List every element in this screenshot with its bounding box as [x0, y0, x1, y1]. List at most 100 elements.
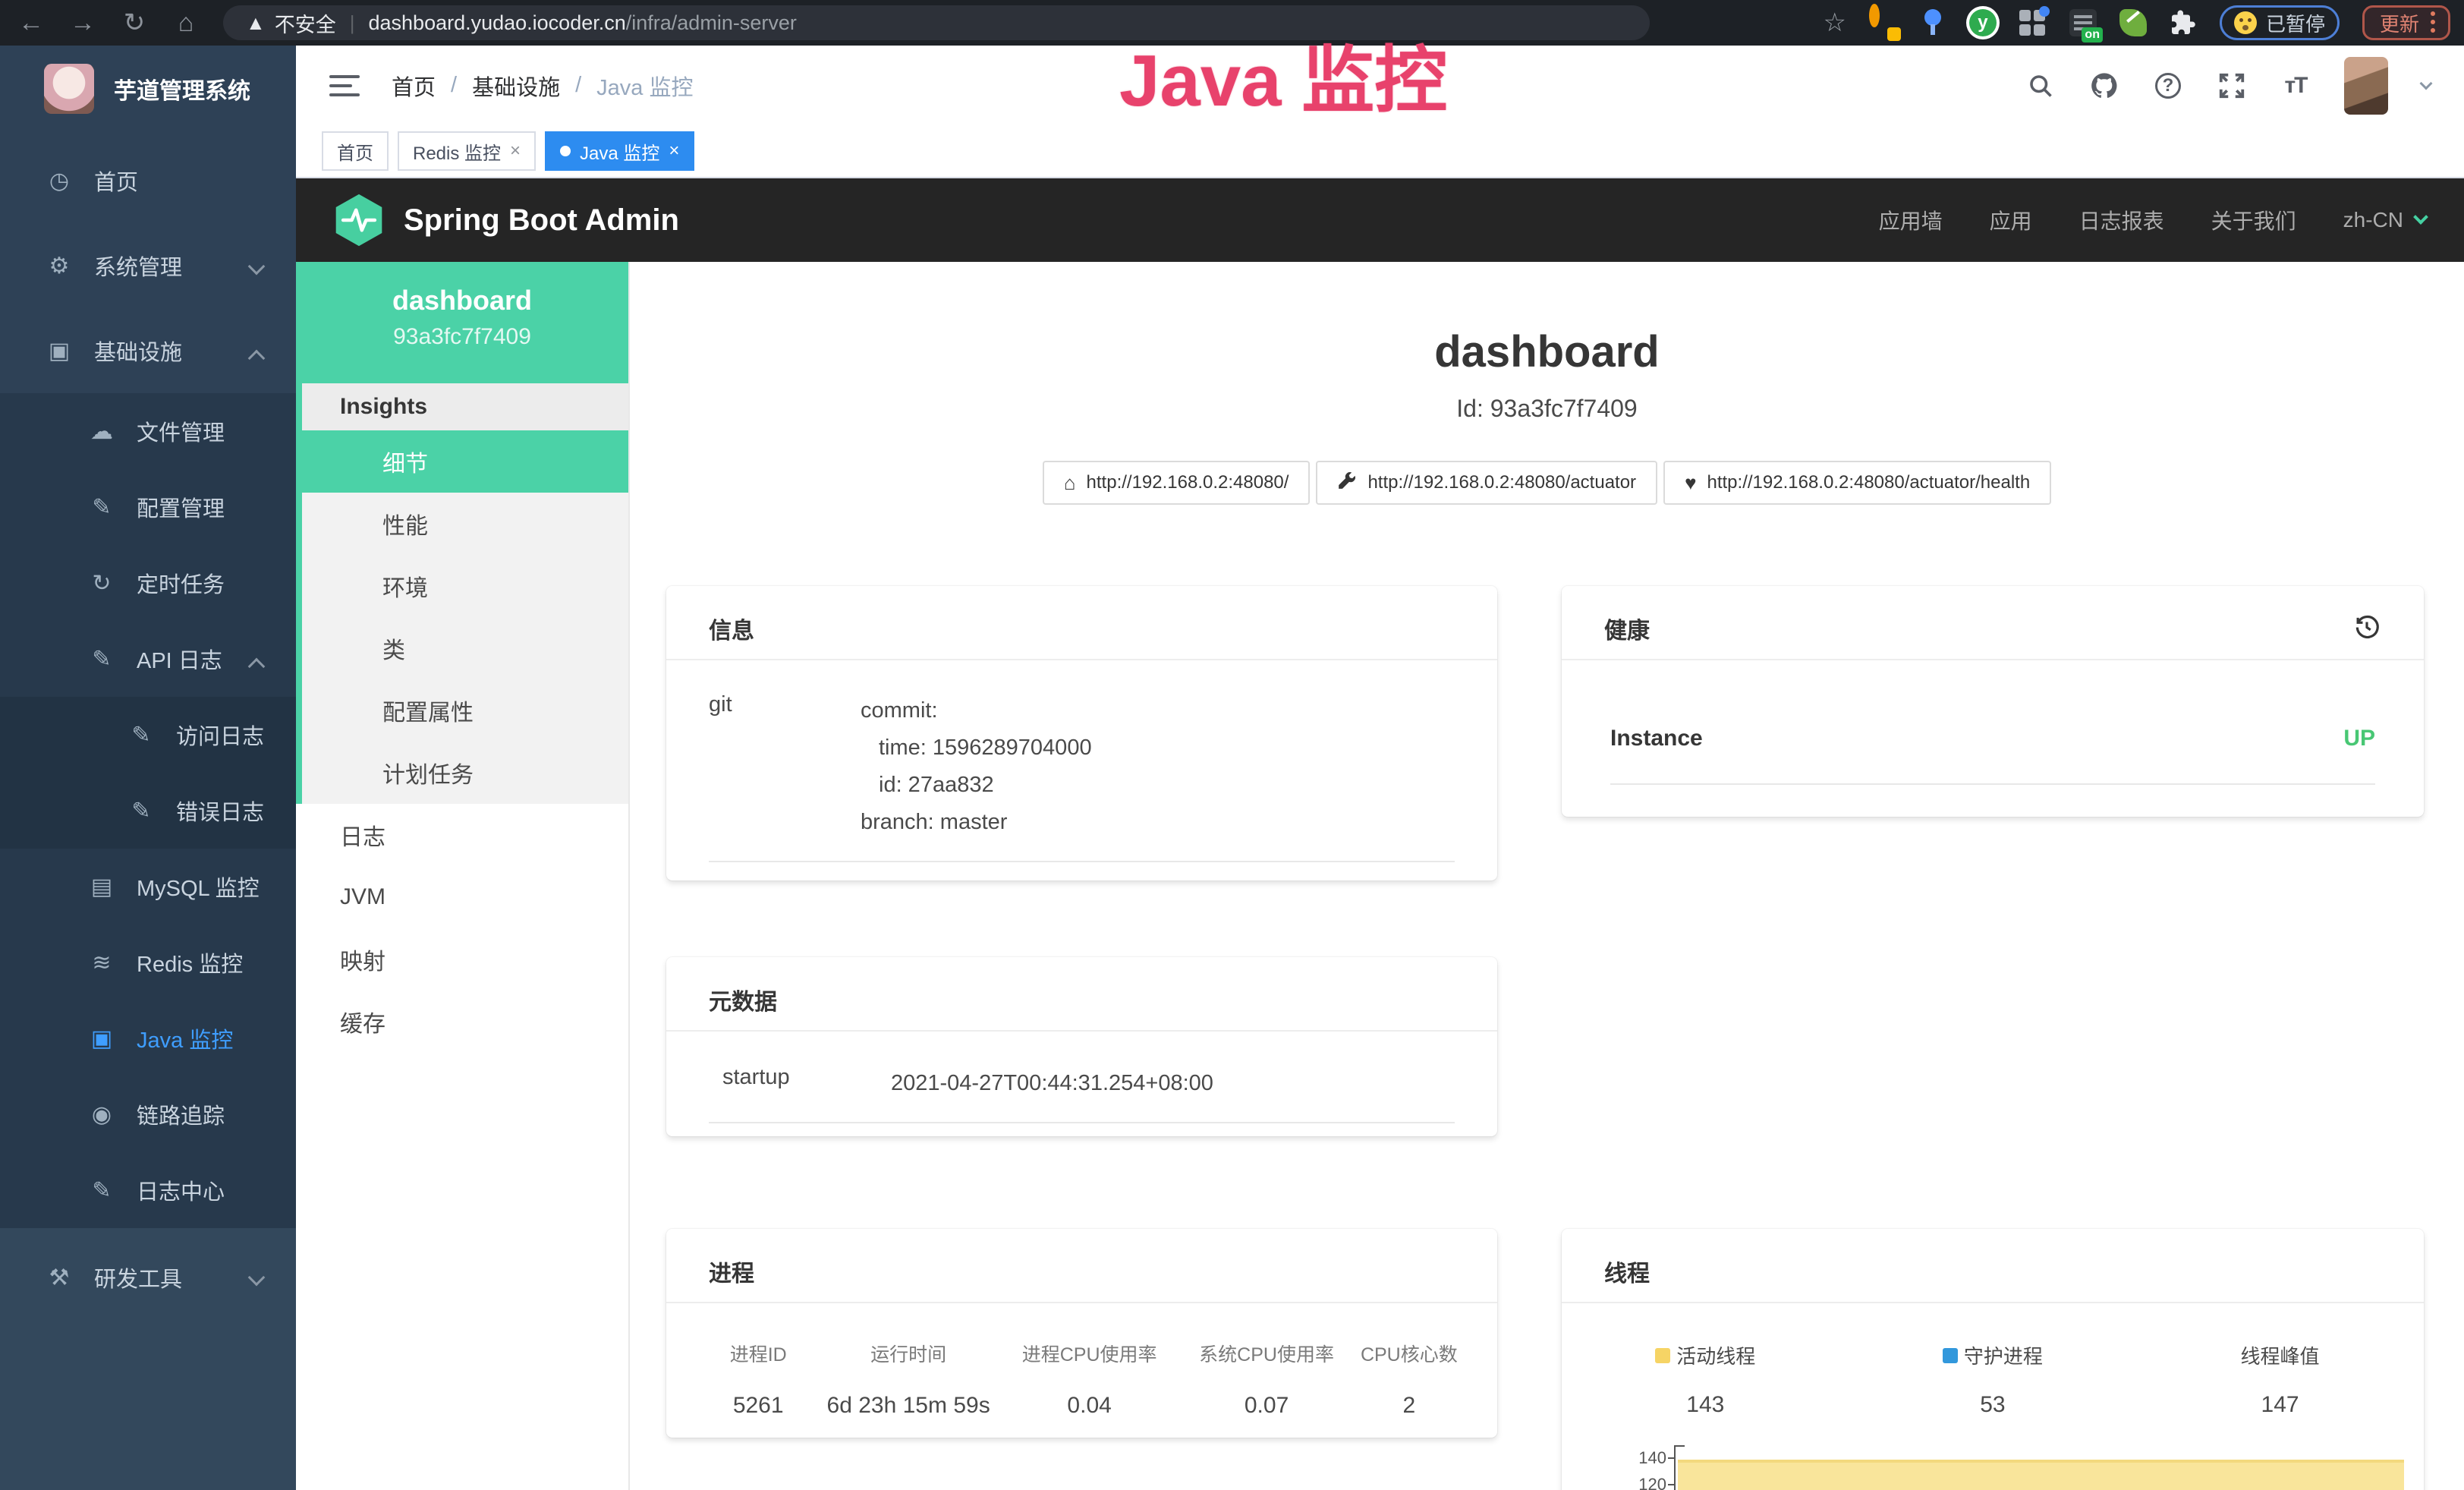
sidebar-item-config-manage[interactable]: ✎ 配置管理 [0, 469, 296, 545]
actuator-url-button[interactable]: http://192.168.0.2:48080/actuator [1316, 461, 1657, 505]
on-badge: on [2082, 27, 2103, 43]
sidebar-item-infra[interactable]: ▣ 基础设施 [0, 308, 296, 393]
extensions-puzzle-icon[interactable] [2170, 9, 2197, 36]
collapse-sidebar-icon[interactable] [329, 74, 360, 98]
chevron-down-icon [248, 258, 266, 276]
sba-menu-jvm[interactable]: JVM [296, 866, 628, 928]
system-cpu-value: 0.07 [1182, 1393, 1351, 1419]
extension-green-y-icon[interactable]: y [1969, 9, 1997, 36]
sidebar-item-system[interactable]: ⚙ 系统管理 [0, 223, 296, 308]
sba-menu-scheduled[interactable]: 计划任务 [302, 742, 628, 804]
extension-pin-icon[interactable] [1919, 9, 1946, 36]
sba-nav-about[interactable]: 关于我们 [2211, 205, 2296, 235]
browser-nav: ← → ↻ ⌂ [14, 0, 203, 46]
close-icon[interactable]: × [669, 140, 679, 162]
sba-menu-config-props[interactable]: 配置属性 [302, 679, 628, 742]
bookmark-star-icon[interactable]: ☆ [1823, 8, 1846, 38]
threads-legend: 活动线程 守护进程 线程峰值 [1562, 1303, 2424, 1369]
sidebar-item-java-monitor[interactable]: ▣ Java 监控 [0, 1000, 296, 1076]
user-menu-caret-icon[interactable] [2420, 77, 2433, 90]
col-header-cpus: CPU核心数 [1352, 1340, 1467, 1367]
sidebar-item-tracing[interactable]: ◉ 链路追踪 [0, 1076, 296, 1152]
tab-redis-monitor[interactable]: Redis 监控 × [398, 131, 536, 171]
fullscreen-icon[interactable] [2217, 71, 2247, 101]
breadcrumb-infra[interactable]: 基础设施 [472, 70, 560, 102]
sba-menu-logs[interactable]: 日志 [296, 804, 628, 866]
sba-menu-classes[interactable]: 类 [302, 617, 628, 679]
y-tick-120: 120 [1606, 1475, 1666, 1490]
forward-icon[interactable]: → [65, 0, 100, 46]
security-label[interactable]: 不安全 [275, 8, 336, 38]
spring-boot-admin-logo[interactable] [334, 193, 384, 247]
sba-menu-metrics[interactable]: 性能 [302, 493, 628, 555]
row-divider [709, 861, 1455, 862]
extension-orange-icon[interactable] [1869, 9, 1896, 36]
home-icon[interactable]: ⌂ [168, 0, 203, 46]
back-icon[interactable]: ← [14, 0, 49, 46]
extension-dark-icon[interactable]: on [2069, 9, 2097, 36]
sba-nav-wallboard[interactable]: 应用墙 [1879, 205, 1943, 235]
app-logo-avatar [44, 64, 94, 114]
instance-header[interactable]: dashboard 93a3fc7f7409 [296, 262, 628, 383]
legend-label: 线程峰值 [2241, 1341, 2320, 1369]
sba-nav-journal[interactable]: 日志报表 [2079, 205, 2164, 235]
col-header-pid: 进程ID [697, 1340, 820, 1367]
sidebar-item-redis-monitor[interactable]: ≋ Redis 监控 [0, 925, 296, 1000]
sba-nav-applications[interactable]: 应用 [1990, 205, 2032, 235]
sidebar-item-label: Java 监控 [137, 1022, 233, 1054]
close-icon[interactable]: × [510, 140, 521, 162]
github-icon[interactable] [2089, 71, 2119, 101]
app-logo-row[interactable]: 芋道管理系统 [0, 46, 296, 129]
not-secure-warning-icon[interactable]: ▲ [246, 11, 266, 35]
help-icon[interactable]: ? [2153, 71, 2183, 101]
user-avatar[interactable] [2344, 57, 2388, 115]
sidebar-item-access-log[interactable]: ✎ 访问日志 [0, 697, 296, 773]
sba-menu-caches[interactable]: 缓存 [296, 991, 628, 1053]
info-card: 信息 git commit: time: 1596289704000 id: 2… [666, 586, 1497, 880]
sba-menu-mappings[interactable]: 映射 [296, 928, 628, 991]
service-url-button[interactable]: ⌂ http://192.168.0.2:48080/ [1043, 461, 1311, 505]
extension-leaf-icon[interactable] [2119, 9, 2147, 36]
sidebar-item-home[interactable]: ◷ 首页 [0, 138, 296, 223]
extension-grid-icon[interactable] [2019, 9, 2047, 36]
breadcrumb-home[interactable]: 首页 [392, 70, 436, 102]
app-title: 芋道管理系统 [114, 72, 250, 106]
emoji-face-icon [2234, 11, 2257, 34]
reload-icon[interactable]: ↻ [117, 0, 152, 46]
sidebar-item-log-center[interactable]: ✎ 日志中心 [0, 1152, 296, 1228]
sidebar-item-scheduled-tasks[interactable]: ↻ 定时任务 [0, 545, 296, 621]
url-path[interactable]: /infra/admin-server [626, 11, 797, 35]
sba-menu-environment[interactable]: 环境 [302, 555, 628, 617]
sba-menu-details[interactable]: 细节 [302, 430, 628, 493]
paused-extension-pill[interactable]: 已暂停 [2220, 5, 2340, 40]
tab-java-monitor[interactable]: Java 监控 × [545, 131, 694, 171]
history-icon[interactable] [2352, 612, 2381, 659]
locale-select[interactable]: zh-CN [2343, 208, 2426, 232]
server-icon: ▤ [87, 874, 117, 900]
sidebar-item-api-logs[interactable]: ✎ API 日志 [0, 621, 296, 697]
health-url-button[interactable]: ♥ http://192.168.0.2:48080/actuator/heal… [1663, 461, 2051, 505]
browser-menu-icon[interactable] [2430, 10, 2436, 36]
sidebar-item-mysql-monitor[interactable]: ▤ MySQL 监控 [0, 849, 296, 925]
instance-links: ⌂ http://192.168.0.2:48080/ http://192.1… [630, 461, 2464, 505]
threads-chart: 140 120 100 [1562, 1439, 2424, 1490]
sidebar-item-error-log[interactable]: ✎ 错误日志 [0, 773, 296, 849]
font-size-icon[interactable]: тT [2280, 71, 2311, 101]
sidebar-item-devtools[interactable]: ⚒ 研发工具 [0, 1228, 296, 1327]
chrome-update-button[interactable]: 更新 [2362, 5, 2450, 40]
tab-home[interactable]: 首页 [322, 131, 389, 171]
java-monitor-icon: ▣ [87, 1025, 117, 1052]
sidebar-item-label: 文件管理 [137, 415, 225, 447]
threads-card: 线程 活动线程 守护进程 线程峰值 143 53 147 [1562, 1229, 2424, 1490]
sba-nav: 应用墙 应用 日志报表 关于我们 zh-CN [1879, 205, 2426, 235]
log-edit-icon: ✎ [126, 722, 156, 748]
url-domain[interactable]: dashboard.yudao.iocoder.cn [369, 11, 626, 35]
sidebar-item-file-manage[interactable]: ☁ 文件管理 [0, 393, 296, 469]
search-icon[interactable] [2025, 71, 2056, 101]
threads-legend-values: 143 53 147 [1562, 1392, 2424, 1418]
tab-label: Redis 监控 [413, 138, 501, 165]
sba-brand-title[interactable]: Spring Boot Admin [404, 203, 679, 238]
log-edit-icon: ✎ [87, 646, 117, 673]
sidebar-item-label: 配置管理 [137, 491, 225, 523]
actuator-url: http://192.168.0.2:48080/actuator [1367, 472, 1636, 493]
